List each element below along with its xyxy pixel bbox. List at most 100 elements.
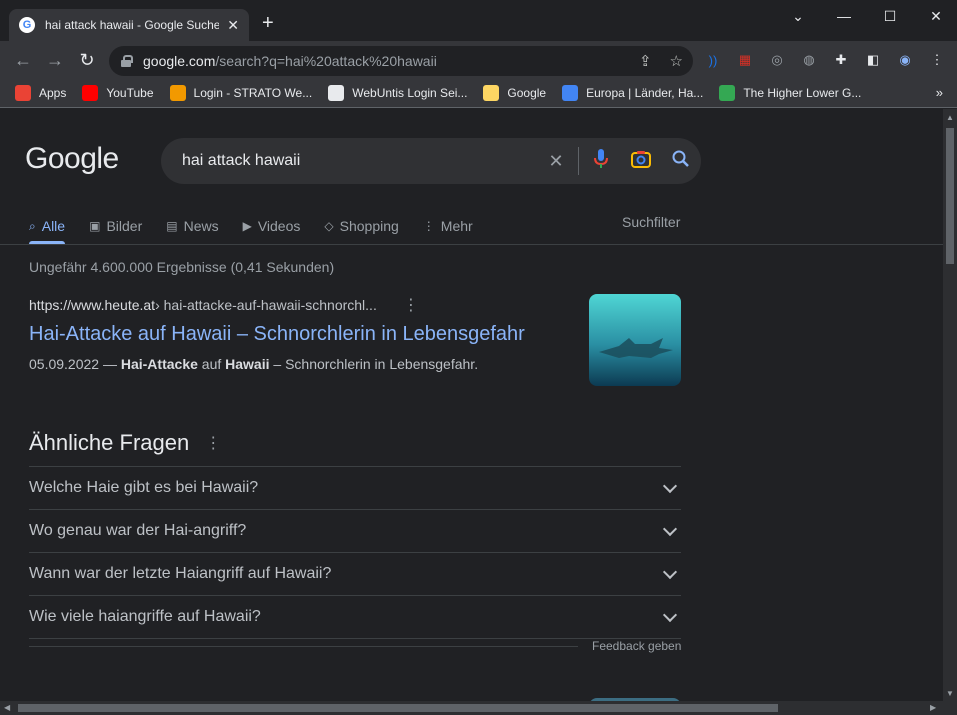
bookmark-label: Login - STRATO We...: [193, 86, 313, 100]
result-date: 05.09.2022 —: [29, 356, 121, 372]
puzzle-icon[interactable]: ✚: [832, 51, 850, 69]
bookmark-item[interactable]: YouTube: [82, 85, 154, 101]
result-url[interactable]: https://www.heute.at › hai-attacke-auf-h…: [29, 295, 681, 315]
search-filter-button[interactable]: Suchfilter: [622, 214, 680, 230]
question-text: Wo genau war der Hai-angriff?: [29, 522, 247, 539]
scroll-down-icon[interactable]: ▼: [946, 689, 954, 698]
tab-icon: ⋮: [422, 219, 435, 233]
microphone-icon[interactable]: [581, 148, 621, 174]
bookmark-icon: [483, 85, 500, 101]
search-results-page: Google hai attack hawaii ✕ ⌕ Alle ▣ Bilder ▤…: [0, 109, 943, 706]
bookmark-item[interactable]: Google: [483, 85, 546, 101]
sidepanel-icon[interactable]: ◧: [864, 51, 882, 69]
result-thumbnail-shark[interactable]: [589, 294, 681, 386]
question-text: Wann war der letzte Haiangriff auf Hawai…: [29, 565, 332, 582]
chevron-down-icon[interactable]: [662, 564, 678, 580]
feedback-link[interactable]: Feedback geben: [592, 639, 681, 653]
close-window-button[interactable]: ✕: [913, 6, 957, 26]
tab-mehr[interactable]: ⋮ Mehr: [423, 209, 473, 243]
paa-title: Ähnliche Fragen: [29, 430, 190, 455]
snippet-bold: Hai-Attacke: [120, 356, 198, 372]
bookmark-item[interactable]: The Higher Lower G...: [719, 85, 861, 101]
related-questions-list: Welche Haie gibt es bei Hawaii? Wo genau …: [29, 466, 681, 639]
globe-icon[interactable]: ◍: [800, 51, 818, 69]
vertical-scroll-thumb[interactable]: [946, 128, 954, 264]
more-options-icon[interactable]: ⋮: [403, 295, 419, 315]
bookmark-label: Google: [507, 86, 547, 100]
profile-icon[interactable]: ◉: [896, 51, 914, 69]
url-path: /search?q=hai%20attack%20hawaii: [215, 53, 437, 69]
scrollbar-corner: [943, 701, 957, 715]
more-options-icon[interactable]: ⋮: [205, 433, 221, 453]
search-result: https://www.heute.at › hai-attacke-auf-h…: [29, 295, 681, 372]
tab-label: Shopping: [339, 218, 399, 234]
bookmarks-bar: Apps YouTube Login - STRATO We... WebUntis …: [0, 79, 957, 108]
bookmark-item[interactable]: Login - STRATO We...: [169, 85, 313, 101]
bookmark-label: The Higher Lower G...: [743, 86, 862, 100]
clear-icon[interactable]: ✕: [536, 151, 576, 172]
tab-icon: ▶: [242, 219, 252, 233]
back-button[interactable]: ←: [13, 50, 33, 70]
tab-label: Mehr: [440, 218, 473, 234]
related-question-item[interactable]: Wann war der letzte Haiangriff auf Hawai…: [29, 553, 681, 596]
chevron-down-icon[interactable]: [662, 607, 678, 623]
forward-button[interactable]: →: [45, 50, 65, 70]
related-question-item[interactable]: Wie viele haiangriffe auf Hawaii?: [29, 596, 681, 639]
chevron-down-icon[interactable]: [662, 478, 678, 494]
horizontal-scroll-thumb[interactable]: [18, 704, 778, 712]
feedback-divider: [29, 646, 578, 647]
tab-icon: ▣: [89, 219, 101, 233]
bookmark-icon: [562, 85, 579, 101]
result-title-link[interactable]: Hai-Attacke auf Hawaii – Schnorchlerin i…: [29, 323, 681, 346]
menu-icon[interactable]: ⋮: [928, 51, 946, 69]
scroll-up-icon[interactable]: ▲: [946, 113, 954, 122]
related-questions-heading: Ähnliche Fragen ⋮: [29, 430, 221, 456]
chevron-down-icon[interactable]: ⌄: [775, 6, 821, 26]
bookmark-item[interactable]: Apps: [15, 85, 66, 101]
scroll-left-icon[interactable]: ◀: [4, 703, 10, 712]
search-icon[interactable]: [661, 150, 701, 173]
result-path: › hai-attacke-auf-hawaii-schnorchl...: [155, 297, 377, 313]
tab-close-icon[interactable]: ✕: [227, 17, 239, 34]
bookmark-item[interactable]: Europa | Länder, Ha...: [562, 85, 703, 101]
vertical-scrollbar[interactable]: ▲ ▼: [943, 109, 957, 706]
tab-label: Bilder: [106, 218, 143, 234]
tabs-divider: [0, 244, 943, 245]
signal-icon[interactable]: )): [704, 51, 722, 69]
minimize-button[interactable]: —: [821, 6, 867, 26]
scroll-right-icon[interactable]: ▶: [930, 703, 936, 712]
maximize-button[interactable]: ☐: [867, 6, 913, 26]
browser-toolbar: ← → ↻ google.com/search?q=hai%20attack%2…: [0, 41, 957, 79]
search-input[interactable]: hai attack hawaii: [182, 152, 536, 170]
search-divider: [578, 147, 579, 175]
horizontal-scrollbar[interactable]: ◀ ▶: [0, 701, 943, 715]
new-tab-button[interactable]: +: [262, 13, 274, 33]
tab-videos[interactable]: ▶ Videos: [243, 209, 301, 243]
url-host: google.com: [143, 53, 216, 69]
address-bar[interactable]: google.com/search?q=hai%20attack%20hawai…: [109, 46, 693, 76]
lock-icon: [121, 55, 133, 67]
bookmark-icon: [169, 85, 186, 101]
tab-news[interactable]: ▤ News: [166, 209, 218, 243]
tab-bilder[interactable]: ▣ Bilder: [89, 209, 142, 243]
reload-button[interactable]: ↻: [77, 50, 97, 70]
bookmarks-overflow-icon[interactable]: »: [936, 85, 943, 100]
speed-icon[interactable]: ◎: [768, 51, 786, 69]
chevron-down-icon[interactable]: [662, 521, 678, 537]
tab-icon: ▤: [166, 219, 178, 233]
google-logo[interactable]: Google: [25, 142, 119, 176]
share-icon[interactable]: ⇪: [639, 52, 652, 70]
browser-tab[interactable]: G hai attack hawaii - Google Suche ✕: [9, 9, 249, 41]
search-box[interactable]: hai attack hawaii ✕: [161, 138, 701, 184]
bookmark-star-icon[interactable]: ☆: [670, 52, 683, 70]
tab-shopping[interactable]: ◇ Shopping: [324, 209, 398, 243]
tab-alle[interactable]: ⌕ Alle: [29, 209, 66, 244]
extensions-area: )) ▦ ◎ ◍ ✚ ◧ ◉ ⋮: [704, 51, 946, 69]
camera-lens-icon[interactable]: [621, 150, 661, 173]
bookmark-item[interactable]: WebUntis Login Sei...: [328, 85, 467, 101]
snippet-text: – Schnorchlerin in Lebensgefahr.: [269, 356, 479, 372]
related-question-item[interactable]: Welche Haie gibt es bei Hawaii?: [29, 467, 681, 510]
related-question-item[interactable]: Wo genau war der Hai-angriff?: [29, 510, 681, 553]
bookmark-label: WebUntis Login Sei...: [352, 86, 468, 100]
calendar-badge-icon[interactable]: ▦: [736, 51, 754, 69]
